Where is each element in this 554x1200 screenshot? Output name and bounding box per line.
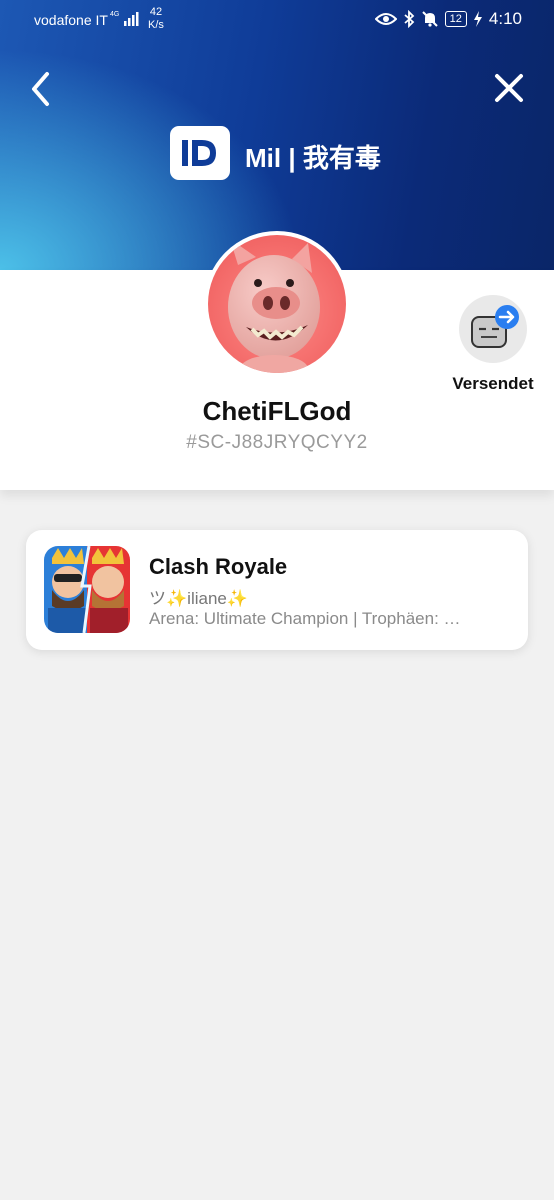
id-logo-icon — [182, 140, 216, 166]
close-icon — [495, 74, 523, 102]
clash-royale-icon — [44, 546, 130, 633]
clock: 4:10 — [488, 9, 522, 28]
send-button[interactable] — [459, 295, 527, 363]
player-tag: #SC-J88JRYQCYY2 — [186, 432, 368, 453]
eye-icon — [374, 13, 397, 25]
chevron-left-icon — [32, 72, 49, 106]
status-bar: vodafone IT 4G 42 K/s 12 4:10 — [0, 0, 554, 40]
game-stats: Arena: Ultimate Champion | Trophäen: … — [149, 609, 461, 628]
carrier-name: vodafone IT — [34, 12, 108, 28]
signal-icon: 4G — [110, 11, 139, 26]
avatar — [208, 235, 346, 373]
mute-bell-icon — [421, 11, 438, 27]
game-player-name: ツ✨iliane✨ — [149, 589, 249, 608]
svg-text:4G: 4G — [110, 11, 119, 18]
close-button[interactable] — [494, 72, 524, 104]
bluetooth-icon — [404, 10, 414, 28]
id-logo — [170, 126, 230, 180]
game-title: Clash Royale — [149, 554, 288, 579]
speed-value: 42 — [149, 6, 163, 18]
page-title: Mil | 我有毒 — [245, 143, 381, 173]
status-icons: 12 4:10 — [374, 9, 522, 29]
network-speed: 42 K/s — [148, 6, 164, 32]
username: ChetiFLGod — [202, 396, 352, 426]
send-label: Versendet — [452, 374, 534, 393]
speed-unit: K/s — [148, 19, 164, 31]
header-banner: vodafone IT 4G 42 K/s 12 4:10 Mil | 我有毒 — [0, 0, 554, 270]
battery-indicator: 12 — [444, 11, 467, 27]
back-button[interactable] — [26, 70, 58, 108]
pig-avatar-icon — [228, 239, 320, 373]
charging-icon — [473, 11, 482, 27]
game-card-clash-royale[interactable]: Clash Royale ツ✨iliane✨ Arena: Ultimate C… — [26, 530, 528, 650]
robot-send-icon — [471, 305, 519, 348]
